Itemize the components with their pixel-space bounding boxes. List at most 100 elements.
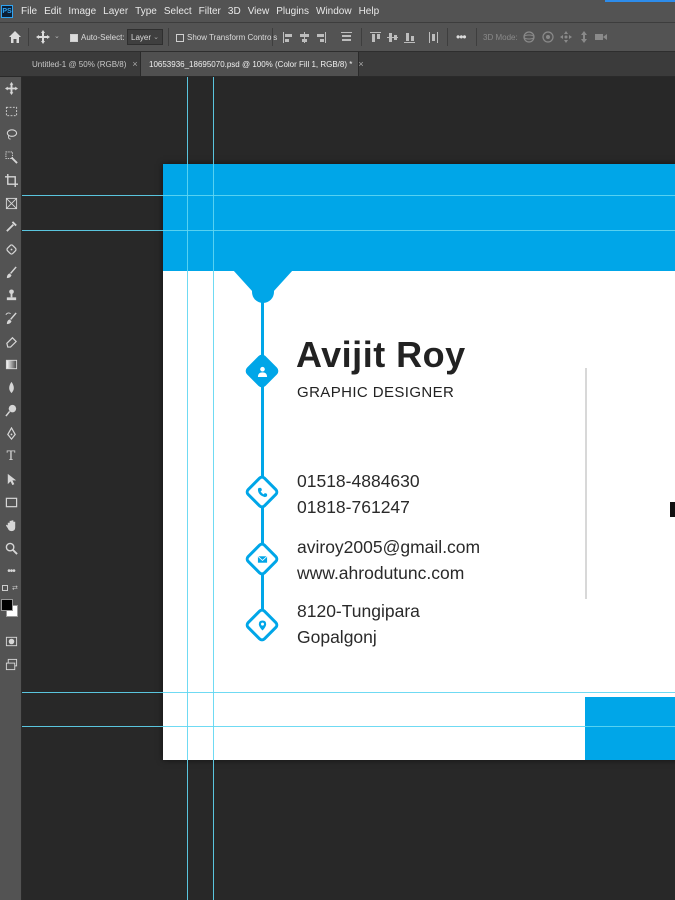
swap-colors-icon[interactable]: ⇄ [12,584,18,592]
guide-horizontal[interactable] [22,195,675,196]
document-canvas[interactable]: Avijit Roy GRAPHIC DESIGNER 01518-488463… [22,77,675,900]
guide-vertical[interactable] [187,77,188,900]
business-card[interactable]: Avijit Roy GRAPHIC DESIGNER 01518-488463… [163,164,675,760]
auto-select-target-dropdown[interactable]: Layer ⌄ [127,29,163,45]
menu-help[interactable]: Help [356,6,383,17]
show-transform-label: Show Transform Controls [187,33,278,42]
person-icon [252,361,272,381]
3d-pan-icon[interactable] [559,30,573,44]
guide-horizontal[interactable] [22,726,675,727]
card-divider-line [585,368,587,599]
align-left-icon[interactable] [283,32,294,43]
eraser-icon[interactable] [2,332,20,350]
card-email: aviroy2005@gmail.com [297,537,481,557]
zoom-icon[interactable] [2,539,20,557]
card-address-2: Gopalgonj [297,627,377,647]
blur-icon[interactable] [2,378,20,396]
menu-bar: PS File Edit Image Layer Type Select Fil… [0,0,675,22]
menu-image[interactable]: Image [65,6,99,17]
type-icon[interactable]: T [2,447,20,465]
menu-view[interactable]: View [245,6,273,17]
card-name: Avijit Roy [296,334,466,375]
guide-vertical[interactable] [213,77,214,900]
menu-select[interactable]: Select [161,6,195,17]
title-accent-strip [605,0,675,2]
menu-layer[interactable]: Layer [100,6,131,17]
foreground-color-swatch[interactable] [1,599,13,611]
chevron-down-icon: ⌄ [153,34,159,41]
path-select-icon[interactable] [2,470,20,488]
screen-mode-icon[interactable] [2,655,20,673]
align-horizontal-center-icon[interactable] [299,32,310,43]
show-transform-checkbox[interactable] [176,33,184,42]
gradient-icon[interactable] [2,355,20,373]
menu-type[interactable]: Type [132,6,160,17]
more-tools-icon[interactable]: ••• [2,562,20,580]
align-right-icon[interactable] [315,32,326,43]
3d-video-icon[interactable] [594,30,608,44]
history-brush-icon[interactable] [2,309,20,327]
card-phone-2: 01818-761247 [297,497,410,517]
email-icon [252,549,272,569]
separator [168,28,169,46]
eyedropper-icon[interactable] [2,217,20,235]
auto-select-toggle[interactable]: Auto-Select: [70,33,125,42]
align-vertical-center-icon[interactable] [387,32,398,43]
3d-slide-icon[interactable] [577,30,591,44]
chevron-down-icon[interactable]: ⌄ [54,32,60,40]
guide-horizontal[interactable] [22,692,675,693]
align-top-edges-icon[interactable] [341,32,352,43]
tab-label: Untitled-1 @ 50% (RGB/8) [32,59,127,69]
separator [361,28,362,46]
distribute-icon[interactable] [428,32,439,43]
tab-business-card-psd[interactable]: 10653936_18695070.psd @ 100% (Color Fill… [141,52,364,76]
hand-icon[interactable] [2,516,20,534]
auto-select-label: Auto-Select: [81,33,125,42]
home-icon[interactable] [8,30,22,44]
card-address-1: 8120-Tungipara [297,601,420,621]
quick-select-icon[interactable] [2,148,20,166]
lasso-icon[interactable] [2,125,20,143]
show-transform-toggle[interactable]: Show Transform Controls [176,33,277,42]
guide-horizontal[interactable] [22,230,675,231]
tab-untitled-1[interactable]: Untitled-1 @ 50% (RGB/8) × [24,52,141,76]
quick-mask-icon[interactable] [2,632,20,650]
align-bottom-icon[interactable] [404,32,415,43]
photoshop-window: PS File Edit Image Layer Type Select Fil… [0,0,675,900]
more-options-icon[interactable]: ••• [456,30,467,44]
card-top-band [163,164,675,271]
card-partial-logo-mark [670,502,675,517]
options-bar: ⌄ Auto-Select: Layer ⌄ Show Transform Co… [0,22,675,52]
3d-orbit-icon[interactable] [522,30,536,44]
3d-roll-icon[interactable] [541,30,555,44]
crop-icon[interactable] [2,171,20,189]
stamp-icon[interactable] [2,286,20,304]
pen-icon[interactable] [2,424,20,442]
frame-icon[interactable] [2,194,20,212]
move-icon[interactable] [2,79,20,97]
photoshop-logo-icon: PS [1,4,13,18]
card-website: www.ahrodutunc.com [297,563,465,583]
marquee-icon[interactable] [2,102,20,120]
move-tool-preset-icon[interactable] [36,30,50,44]
menu-3d[interactable]: 3D [225,6,244,17]
menu-filter[interactable]: Filter [196,6,224,17]
default-colors-icon[interactable] [2,585,8,591]
dodge-icon[interactable] [2,401,20,419]
close-icon[interactable]: × [358,59,363,69]
close-icon[interactable]: × [132,59,137,69]
menu-window[interactable]: Window [313,6,355,17]
brush-icon[interactable] [2,263,20,281]
auto-select-target-value: Layer [131,32,152,42]
rectangle-icon[interactable] [2,493,20,511]
card-timeline-line [261,271,264,641]
3d-mode-label: 3D Mode: [483,33,518,42]
menu-plugins[interactable]: Plugins [273,6,312,17]
healing-icon[interactable] [2,240,20,258]
menu-edit[interactable]: Edit [41,6,64,17]
align-top-icon[interactable] [370,32,381,43]
card-bottom-right-band [585,697,675,760]
separator [28,28,29,46]
auto-select-checkbox[interactable] [70,33,78,42]
menu-file[interactable]: File [18,6,40,17]
